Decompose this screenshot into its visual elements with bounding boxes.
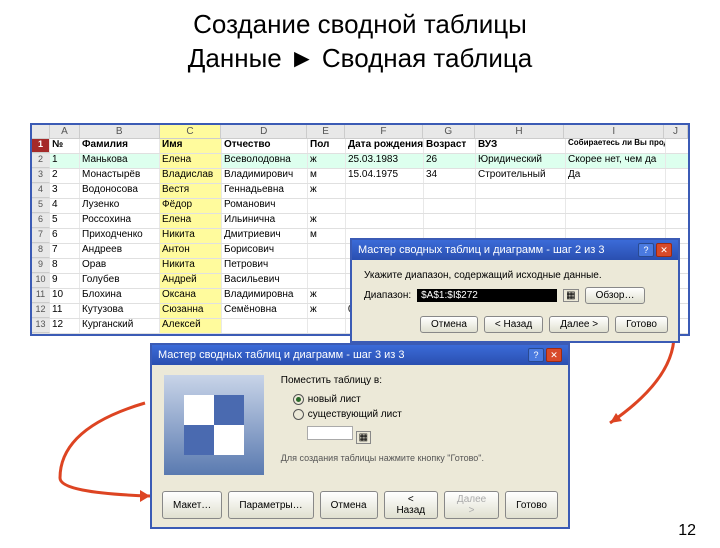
- sheet-ref-input[interactable]: [307, 426, 353, 440]
- back-button[interactable]: < Назад: [384, 491, 439, 519]
- help-icon[interactable]: ?: [638, 243, 654, 257]
- table-row[interactable]: 65РоссохинаЕленаИльиничнаж: [32, 214, 688, 229]
- hint-text: Для создания таблицы нажмите кнопку "Гот…: [281, 453, 551, 463]
- params-button[interactable]: Параметры…: [228, 491, 313, 519]
- help-icon[interactable]: ?: [528, 348, 544, 362]
- finish-button[interactable]: Готово: [615, 316, 668, 333]
- page-number: 12: [678, 522, 696, 540]
- dialog2-instruction: Укажите диапазон, содержащий исходные да…: [364, 270, 666, 281]
- wizard-image: [164, 375, 264, 475]
- cancel-button[interactable]: Отмена: [420, 316, 478, 333]
- slide-title: Создание сводной таблицы Данные ► Сводна…: [0, 8, 720, 76]
- back-button[interactable]: < Назад: [484, 316, 543, 333]
- range-input[interactable]: $A$1:$I$272: [417, 289, 557, 302]
- wizard-step3-dialog: Мастер сводных таблиц и диаграмм - шаг 3…: [150, 343, 570, 529]
- next-button[interactable]: Далее >: [549, 316, 609, 333]
- column-headers: ABCDEFGHIJ: [32, 125, 688, 139]
- table-row[interactable]: 43ВодоносоваВестяГеннадьевнаж: [32, 184, 688, 199]
- range-picker-icon[interactable]: ▦: [356, 431, 371, 444]
- table-row[interactable]: 54ЛузенкоФёдорРоманович: [32, 199, 688, 214]
- radio-existing-sheet[interactable]: существующий лист: [293, 409, 551, 420]
- dialog3-titlebar[interactable]: Мастер сводных таблиц и диаграмм - шаг 3…: [152, 345, 568, 365]
- layout-button[interactable]: Макет…: [162, 491, 222, 519]
- table-row[interactable]: 32МонастырёвВладиславВладимировичм15.04.…: [32, 169, 688, 184]
- range-label: Диапазон:: [364, 290, 411, 301]
- dialog2-titlebar[interactable]: Мастер сводных таблиц и диаграмм - шаг 2…: [352, 240, 678, 260]
- flow-arrow-2: [40, 398, 160, 508]
- range-picker-icon[interactable]: ▦: [563, 289, 578, 302]
- wizard-step2-dialog: Мастер сводных таблиц и диаграмм - шаг 2…: [350, 238, 680, 343]
- close-icon[interactable]: ✕: [546, 348, 562, 362]
- header-row: 1№ФамилияИмяОтчествоПолДата рожденияВозр…: [32, 139, 688, 154]
- place-label: Поместить таблицу в:: [281, 375, 551, 386]
- radio-new-sheet[interactable]: новый лист: [293, 394, 551, 405]
- close-icon[interactable]: ✕: [656, 243, 672, 257]
- browse-button[interactable]: Обзор…: [585, 287, 646, 304]
- cancel-button[interactable]: Отмена: [320, 491, 378, 519]
- next-button[interactable]: Далее >: [444, 491, 499, 519]
- table-row[interactable]: 21МаньковаЕленаВсеволодовнаж25.03.198326…: [32, 154, 688, 169]
- finish-button[interactable]: Готово: [505, 491, 558, 519]
